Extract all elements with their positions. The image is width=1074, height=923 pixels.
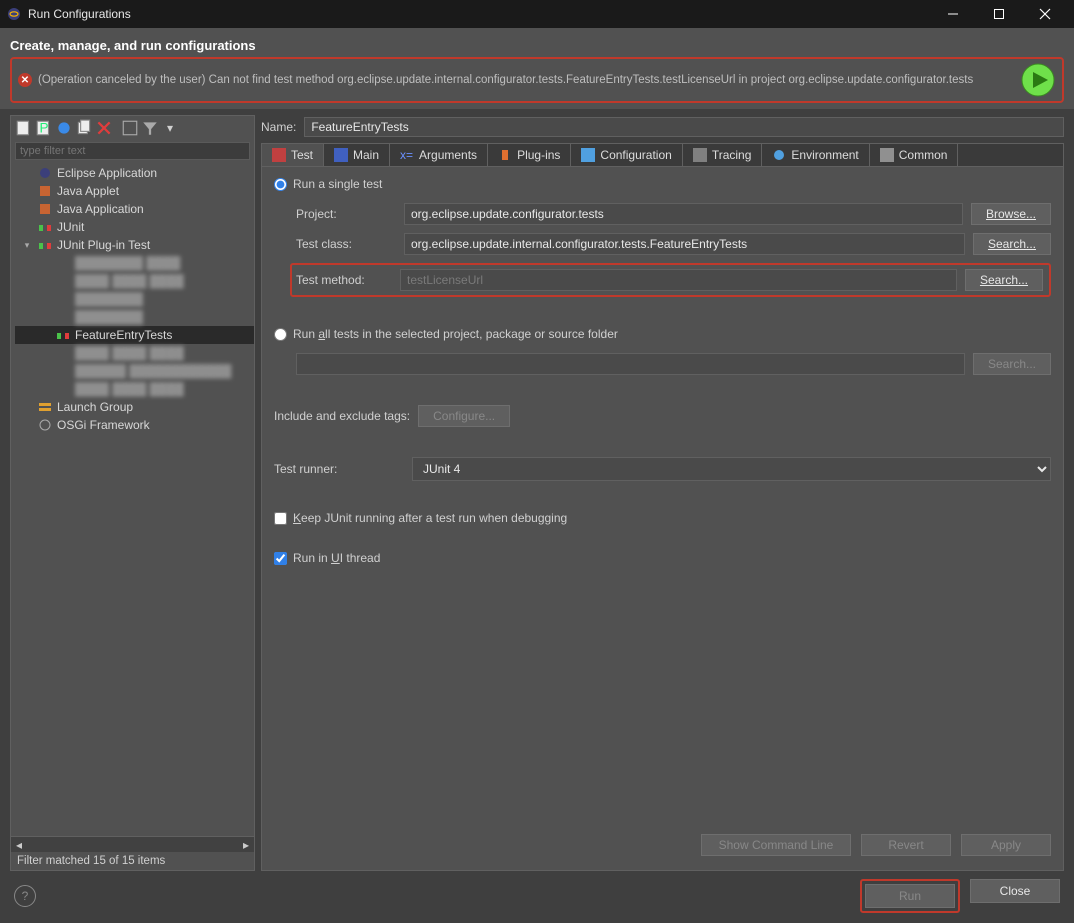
test-tab-body: Run a single test Project: Browse... Tes… [261, 166, 1064, 871]
config-tree[interactable]: Eclipse Application Java Applet Java App… [11, 162, 254, 836]
filter-status: Filter matched 15 of 15 items [11, 852, 254, 870]
titlebar: Run Configurations [0, 0, 1074, 28]
tab-common[interactable]: Common [870, 144, 959, 166]
tree-item-blurred[interactable]: ████████ [15, 308, 254, 326]
tree-item-launch-group[interactable]: Launch Group [15, 398, 254, 416]
dialog-header: Create, manage, and run configurations ✕… [0, 28, 1074, 109]
ui-thread-checkbox[interactable] [274, 552, 287, 565]
tree-item-eclipse-app[interactable]: Eclipse Application [15, 164, 254, 182]
name-input[interactable] [304, 117, 1064, 137]
help-icon[interactable]: ? [14, 885, 36, 907]
tree-item-blurred[interactable]: ████ ████ ████ [15, 380, 254, 398]
tree-item-osgi[interactable]: OSGi Framework [15, 416, 254, 434]
apply-button: Apply [961, 834, 1051, 856]
close-button[interactable] [1022, 0, 1068, 28]
tree-item-blurred[interactable]: ████████ [15, 290, 254, 308]
eclipse-icon [6, 6, 22, 22]
horizontal-scrollbar[interactable]: ◂ ▸ [11, 836, 254, 852]
tab-plugins[interactable]: Plug-ins [488, 144, 571, 166]
tree-item-junit[interactable]: JUnit [15, 218, 254, 236]
tree-item-blurred[interactable]: ██████ ████████████ [15, 362, 254, 380]
project-label: Project: [296, 207, 396, 221]
collapse-all-icon[interactable] [121, 119, 139, 137]
tab-configuration[interactable]: Configuration [571, 144, 682, 166]
tree-item-java-applet[interactable]: Java Applet [15, 182, 254, 200]
run-button[interactable]: Run [865, 884, 955, 908]
project-field[interactable] [404, 203, 963, 225]
window-title: Run Configurations [28, 7, 131, 21]
run-icon [1020, 62, 1056, 98]
filter-input[interactable] [15, 142, 250, 160]
config-list-panel: P ▾ Eclipse Application Java Applet Java… [10, 115, 255, 871]
config-tabs: Test Main x=Arguments Plug-ins Configura… [261, 143, 1064, 166]
search-class-button[interactable]: Search... [973, 233, 1051, 255]
search-method-button[interactable]: Search... [965, 269, 1043, 291]
run-single-radio[interactable] [274, 178, 287, 191]
delete-icon[interactable] [95, 119, 113, 137]
class-label: Test class: [296, 237, 396, 251]
tab-environment[interactable]: Environment [762, 144, 869, 166]
svg-text:x=: x= [400, 148, 413, 162]
maximize-button[interactable] [976, 0, 1022, 28]
new-prototype-icon[interactable]: P [35, 119, 53, 137]
search-all-button: Search... [973, 353, 1051, 375]
tree-item-junit-plugin[interactable]: ▾JUnit Plug-in Test [15, 236, 254, 254]
tab-arguments[interactable]: x=Arguments [390, 144, 488, 166]
tree-item-java-app[interactable]: Java Application [15, 200, 254, 218]
duplicate-icon[interactable] [75, 119, 93, 137]
close-button-footer[interactable]: Close [970, 879, 1060, 903]
run-all-label: Run all tests in the selected project, p… [293, 327, 618, 341]
run-all-radio[interactable] [274, 328, 287, 341]
error-icon: ✕ [18, 73, 32, 87]
scroll-left-icon[interactable]: ◂ [11, 837, 27, 853]
method-label: Test method: [296, 273, 392, 287]
dialog-subtitle: Create, manage, and run configurations [10, 38, 1064, 53]
export-icon[interactable] [55, 119, 73, 137]
keep-running-label: Keep JUnit running after a test run when… [293, 511, 567, 525]
tree-item-feature-entry-tests[interactable]: FeatureEntryTests [15, 326, 254, 344]
dialog-footer: ? Run Close [0, 871, 1074, 923]
ui-thread-label: Run in UI thread [293, 551, 380, 565]
error-banner: ✕ (Operation canceled by the user) Can n… [10, 57, 1064, 103]
runner-select[interactable]: JUnit 4 [412, 457, 1051, 481]
error-message: (Operation canceled by the user) Can not… [38, 74, 1014, 86]
tags-label: Include and exclude tags: [274, 409, 410, 423]
tab-test[interactable]: Test [262, 144, 324, 166]
revert-button: Revert [861, 834, 951, 856]
configure-tags-button: Configure... [418, 405, 510, 427]
svg-text:P: P [40, 121, 49, 136]
tree-item-blurred[interactable]: ████████ ████ [15, 254, 254, 272]
tab-tracing[interactable]: Tracing [683, 144, 763, 166]
browse-button[interactable]: Browse... [971, 203, 1051, 225]
tree-item-blurred[interactable]: ████ ████ ████ [15, 272, 254, 290]
show-command-line-button: Show Command Line [701, 834, 851, 856]
method-field[interactable] [400, 269, 957, 291]
name-label: Name: [261, 120, 296, 134]
scroll-right-icon[interactable]: ▸ [238, 837, 254, 853]
run-single-label: Run a single test [293, 177, 382, 191]
class-field[interactable] [404, 233, 965, 255]
minimize-button[interactable] [930, 0, 976, 28]
filter-dropdown-icon[interactable]: ▾ [161, 119, 179, 137]
run-all-field [296, 353, 965, 375]
filter-icon[interactable] [141, 119, 159, 137]
left-toolbar: P ▾ [11, 116, 254, 140]
tab-main[interactable]: Main [324, 144, 390, 166]
keep-running-checkbox[interactable] [274, 512, 287, 525]
tree-item-blurred[interactable]: ████ ████ ████ [15, 344, 254, 362]
new-config-icon[interactable] [15, 119, 33, 137]
runner-label: Test runner: [274, 462, 404, 476]
